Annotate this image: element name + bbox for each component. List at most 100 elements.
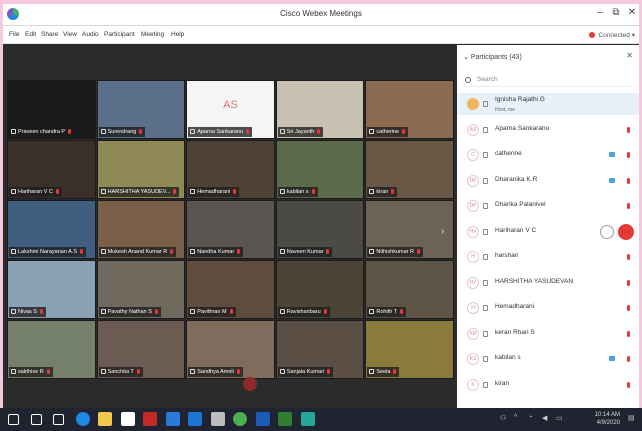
battery-icon[interactable]: ▭ <box>556 414 568 424</box>
participant-row[interactable]: Ignisha Rajathi G Host, me <box>457 93 639 115</box>
video-tile-name: kiran <box>367 187 398 197</box>
action-center-icon[interactable]: ▤ <box>628 414 640 424</box>
menu-help[interactable]: Help <box>171 31 184 38</box>
muted-mic-icon[interactable] <box>627 177 630 184</box>
mcafee-icon[interactable] <box>143 412 157 426</box>
device-icon <box>11 249 16 255</box>
video-tile[interactable]: Praveen chandra P <box>7 80 96 139</box>
participant-row[interactable]: Kkiran <box>457 374 639 396</box>
people-icon[interactable]: ⚇ <box>500 414 512 424</box>
wifi-icon[interactable]: ◔ <box>528 414 540 424</box>
device-icon <box>11 129 16 135</box>
menu-participant[interactable]: Participant <box>104 31 135 38</box>
muted-mic-icon <box>154 309 158 315</box>
participant-row[interactable]: HV Hariharan V C <box>457 221 639 243</box>
chrome-icon[interactable] <box>233 412 247 426</box>
video-tile[interactable]: Pavathy Nathan S <box>96 260 186 319</box>
video-tile[interactable]: Sanjala Kumari <box>275 320 365 379</box>
store-icon[interactable] <box>120 412 135 426</box>
participant-search-input[interactable]: Search <box>463 73 633 87</box>
muted-mic-icon[interactable] <box>627 305 630 311</box>
muted-mic-icon <box>170 249 174 255</box>
connected-icon <box>589 32 596 39</box>
video-tile[interactable]: HARSHITHA YASUDEV... <box>96 140 186 199</box>
menu-view[interactable]: View <box>63 31 77 38</box>
muted-mic-icon[interactable] <box>627 152 630 158</box>
video-tile[interactable]: Sandhya Ameli <box>186 320 275 379</box>
taskbar-clock[interactable]: 10:14 AM 4/9/2020 <box>595 411 620 427</box>
video-tile[interactable]: Hariharan V C <box>7 140 96 199</box>
device-icon <box>279 249 285 255</box>
video-tile[interactable]: Mukesh Anand Kumar R <box>96 200 186 259</box>
app-blue-icon[interactable] <box>188 412 202 426</box>
menu-file[interactable]: File <box>9 31 19 38</box>
connection-status[interactable]: Connected ▾ <box>589 31 635 39</box>
video-tile[interactable]: Sanchita T <box>96 320 186 379</box>
close-icon[interactable]: ✕ <box>625 7 639 18</box>
video-tile[interactable]: Sri Jayanth <box>275 80 365 139</box>
word-icon[interactable] <box>255 412 270 426</box>
video-tile[interactable]: Ravishanbaru <box>275 260 365 319</box>
minimize-icon[interactable]: – <box>593 7 607 18</box>
menu-meeting[interactable]: Meeting <box>141 31 164 38</box>
panel-close-icon[interactable]: ✕ <box>626 51 633 60</box>
maximize-icon[interactable]: ⧉ <box>609 7 623 18</box>
video-tile[interactable]: Rohith T <box>365 260 454 319</box>
muted-mic-icon <box>173 189 177 195</box>
video-tile[interactable]: Nandha Kumar <box>186 200 275 259</box>
muted-mic-icon[interactable] <box>627 381 630 388</box>
participant-row[interactable]: Ccatherine <box>457 144 639 166</box>
menu-share[interactable]: Share <box>41 31 58 38</box>
participant-row[interactable]: Hharshan <box>457 246 639 268</box>
video-tile[interactable]: Seela <box>365 320 454 379</box>
search-icon[interactable] <box>30 414 42 425</box>
muted-mic-icon <box>55 189 59 195</box>
muted-mic-icon[interactable] <box>627 356 630 362</box>
device-icon <box>483 305 488 311</box>
participant-row[interactable]: DP Dharika Palanivel <box>457 195 639 217</box>
notification-chevron-icon[interactable]: ^ <box>514 414 526 424</box>
webex-icon[interactable] <box>300 412 315 426</box>
device-icon <box>100 129 106 135</box>
participant-row[interactable]: DK Dharanika K.R <box>457 170 639 192</box>
participant-row[interactable]: KS kabilan s <box>457 348 639 370</box>
participant-row[interactable]: KR keran Rhari S <box>457 323 639 345</box>
clock-date: 4/9/2020 <box>596 420 620 426</box>
participant-row[interactable]: H Hemadharani <box>457 297 639 319</box>
menu-audio[interactable]: Audio <box>82 31 99 38</box>
muted-mic-icon[interactable] <box>627 254 630 260</box>
participant-row[interactable]: HY HARSHITHA YASUDEVAN <box>457 272 639 294</box>
video-tile[interactable]: Pavithran M <box>186 260 275 319</box>
muted-mic-icon[interactable] <box>627 203 630 209</box>
video-tile[interactable]: Naveen Kumar <box>275 200 365 259</box>
menu-edit[interactable]: Edit <box>25 31 36 38</box>
video-tile[interactable]: Nivas S <box>7 260 96 319</box>
video-tile[interactable]: kiran <box>365 140 454 199</box>
file-explorer-icon[interactable] <box>98 412 112 426</box>
edge-icon[interactable] <box>75 412 90 426</box>
app-grey-icon[interactable] <box>210 412 225 426</box>
camera-icon <box>609 152 615 157</box>
excel-icon[interactable] <box>278 412 292 426</box>
task-view-icon[interactable] <box>53 414 64 425</box>
video-tile[interactable]: kabilan s <box>275 140 365 199</box>
mute-button[interactable] <box>618 223 634 240</box>
video-tile-name: Nivas S <box>9 307 46 317</box>
windows-start-icon[interactable] <box>8 414 19 425</box>
video-toggle-icon[interactable] <box>600 224 614 239</box>
video-tile-name: HARSHITHA YASUDEV... <box>98 187 180 197</box>
video-tile[interactable]: sakthive R <box>7 320 96 379</box>
mail-icon[interactable] <box>165 412 180 426</box>
video-tile[interactable]: Hemadharani <box>186 140 275 199</box>
muted-mic-icon[interactable] <box>627 330 630 337</box>
participant-row[interactable]: AS Aparna Sankaranu <box>457 119 639 141</box>
muted-mic-icon[interactable] <box>627 126 630 133</box>
video-tile[interactable]: AS Aparna Sankaranu <box>186 80 275 139</box>
next-page-arrow-icon[interactable]: › <box>441 226 444 237</box>
video-tile[interactable]: Surendrang <box>96 80 186 139</box>
end-meeting-button[interactable] <box>243 377 257 391</box>
muted-mic-icon[interactable] <box>627 279 630 286</box>
video-tile[interactable]: catherine <box>365 80 454 139</box>
video-tile[interactable]: Lakshmi Narayanan A.S <box>7 200 96 259</box>
volume-icon[interactable]: ◀ <box>542 414 554 424</box>
